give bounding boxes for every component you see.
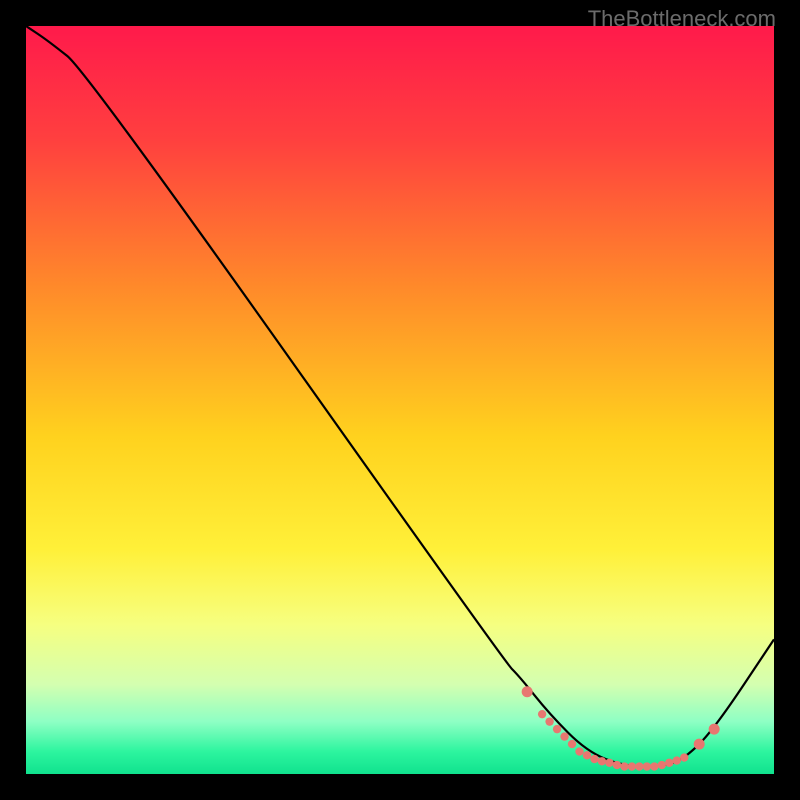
highlight-dot <box>583 751 591 759</box>
highlight-dot <box>709 724 720 735</box>
highlight-dot <box>620 762 628 770</box>
highlight-dot <box>613 761 621 769</box>
highlight-dot <box>658 761 666 769</box>
plot-area <box>26 26 774 774</box>
highlight-dot <box>635 762 643 770</box>
highlight-dot <box>545 717 553 725</box>
highlight-dot <box>628 762 636 770</box>
bottleneck-curve <box>26 26 774 767</box>
highlight-dot <box>553 725 561 733</box>
highlight-dot <box>650 762 658 770</box>
highlight-dot <box>643 762 651 770</box>
curve-layer <box>26 26 774 774</box>
optimal-range-dots <box>522 686 720 771</box>
highlight-dot <box>522 686 533 697</box>
highlight-dot <box>560 732 568 740</box>
highlight-dot <box>605 759 613 767</box>
highlight-dot <box>665 759 673 767</box>
highlight-dot <box>598 757 606 765</box>
highlight-dot <box>568 740 576 748</box>
highlight-dot <box>673 756 681 764</box>
chart-container: TheBottleneck.com <box>0 0 800 800</box>
highlight-dot <box>590 755 598 763</box>
highlight-dot <box>575 747 583 755</box>
highlight-dot <box>694 739 705 750</box>
highlight-dot <box>680 753 688 761</box>
highlight-dot <box>538 710 546 718</box>
watermark-text: TheBottleneck.com <box>588 6 776 32</box>
